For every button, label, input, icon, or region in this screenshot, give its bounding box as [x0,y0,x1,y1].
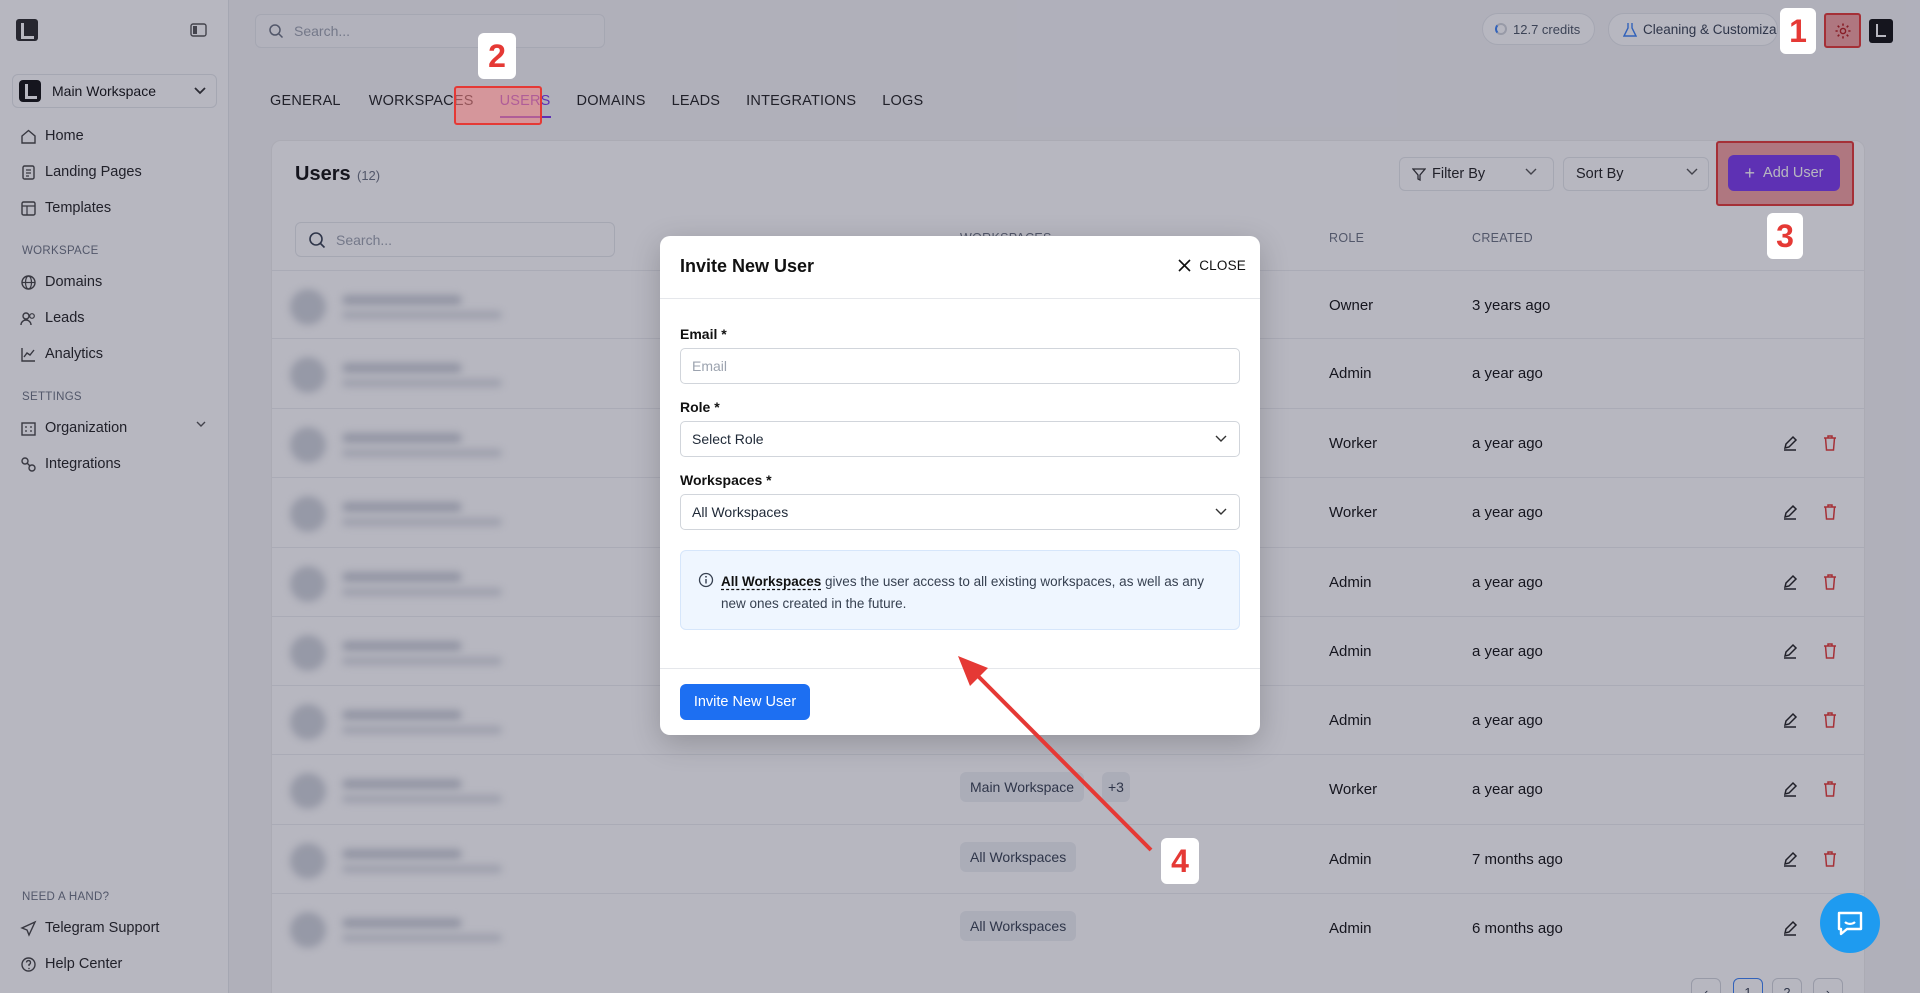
close-button[interactable]: CLOSE [1178,258,1246,273]
info-icon [698,572,714,588]
workspaces-select[interactable]: All Workspaces [680,494,1240,530]
invite-user-modal: Invite New User CLOSE Email * Email Role… [660,236,1260,735]
role-value: Select Role [692,431,764,447]
callout-4: 4 [1161,838,1199,884]
callout-1: 1 [1780,8,1816,54]
close-icon [1178,259,1199,272]
invite-user-submit-button[interactable]: Invite New User [680,684,810,720]
callout-3: 3 [1767,213,1803,259]
email-placeholder: Email [692,358,728,374]
workspaces-label: Workspaces * [680,472,772,488]
chevron-down-icon [1215,508,1227,516]
divider [660,298,1260,299]
chat-support-button[interactable] [1820,893,1880,953]
users-tab-highlight [454,86,542,125]
chevron-down-icon [1215,435,1227,443]
email-label: Email * [680,326,727,342]
workspaces-value: All Workspaces [692,504,789,520]
modal-title: Invite New User [680,256,815,276]
callout-2: 2 [478,33,516,79]
role-select[interactable]: Select Role [680,421,1240,457]
role-label: Role * [680,399,720,415]
close-label: CLOSE [1199,258,1246,273]
email-field[interactable]: Email [680,348,1240,384]
chat-bubble-icon [1835,909,1865,937]
info-strong: All Workspaces [721,574,822,589]
divider [660,668,1260,669]
workspaces-info-note: All Workspaces gives the user access to … [680,550,1240,630]
